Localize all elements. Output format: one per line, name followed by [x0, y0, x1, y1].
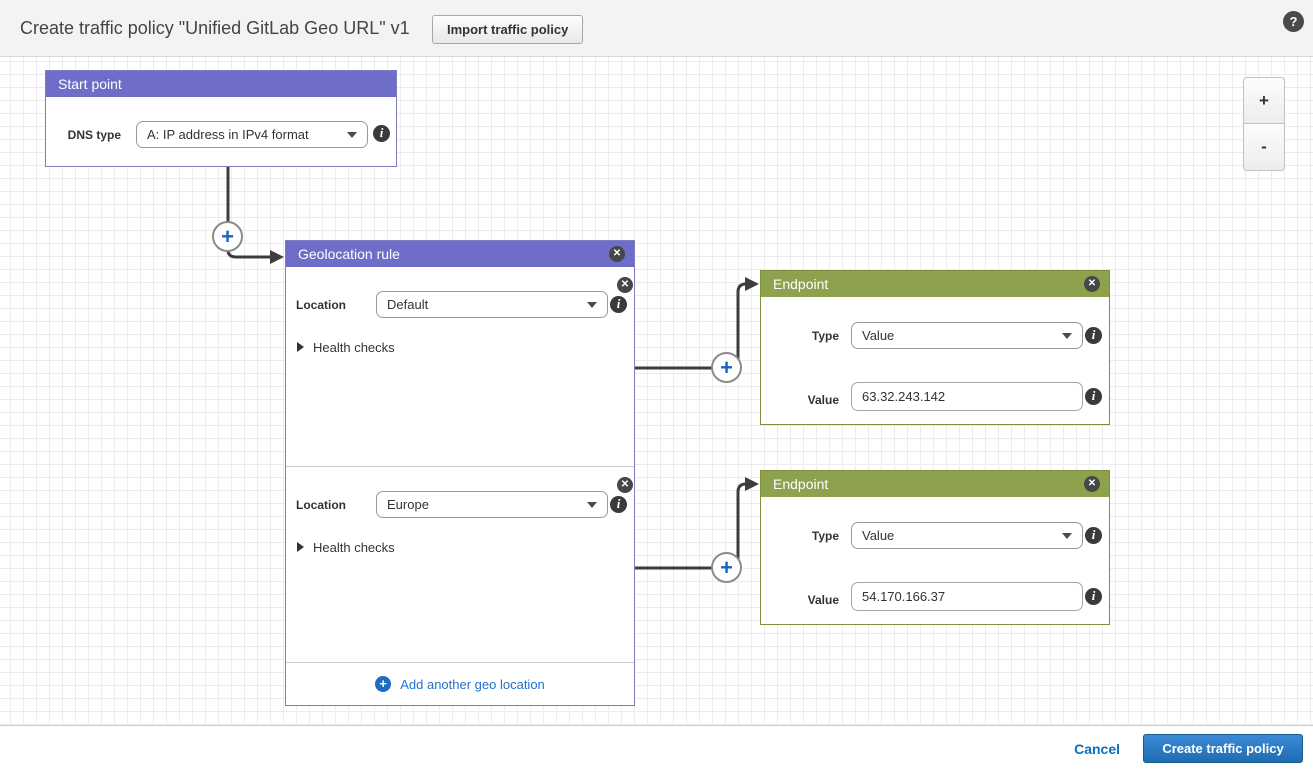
zoom-in-button[interactable]: +: [1243, 77, 1285, 124]
location-selected-value: Europe: [387, 497, 581, 512]
geolocation-rule-node: Geolocation rule ✕ ✕ Location Default i …: [285, 240, 635, 706]
endpoint-value-input[interactable]: [851, 382, 1083, 411]
close-icon[interactable]: ✕: [609, 246, 625, 262]
health-checks-toggle[interactable]: Health checks: [297, 540, 395, 555]
dns-type-dropdown[interactable]: A: IP address in IPv4 format: [136, 121, 368, 148]
close-icon[interactable]: ✕: [1084, 276, 1100, 292]
location-dropdown-europe[interactable]: Europe: [376, 491, 608, 518]
geolocation-rule-title: Geolocation rule: [298, 246, 400, 262]
start-point-node: Start point DNS type A: IP address in IP…: [45, 70, 397, 167]
dns-type-label: DNS type: [46, 128, 121, 142]
zoom-out-button[interactable]: -: [1243, 124, 1285, 171]
location-label: Location: [286, 498, 346, 512]
dns-type-selected-value: A: IP address in IPv4 format: [147, 127, 341, 142]
page-title: Create traffic policy "Unified GitLab Ge…: [20, 18, 410, 39]
endpoint-title: Endpoint: [773, 276, 828, 292]
endpoint-type-info-icon[interactable]: i: [1085, 527, 1102, 544]
health-checks-toggle[interactable]: Health checks: [297, 340, 395, 355]
endpoint-header: Endpoint ✕: [761, 471, 1109, 497]
health-checks-label: Health checks: [313, 540, 395, 555]
value-label: Value: [761, 593, 839, 607]
location-dropdown-default[interactable]: Default: [376, 291, 608, 318]
endpoint-value-input[interactable]: [851, 582, 1083, 611]
section-divider: [286, 466, 634, 467]
chevron-down-icon: [1062, 533, 1072, 539]
chevron-down-icon: [587, 502, 597, 508]
remove-location-icon[interactable]: ✕: [617, 277, 633, 293]
endpoint-value-info-icon[interactable]: i: [1085, 588, 1102, 605]
add-geo-location-label: Add another geo location: [400, 677, 545, 692]
endpoint-type-selected-value: Value: [862, 328, 1056, 343]
chevron-down-icon: [347, 132, 357, 138]
endpoint-node-2: Endpoint ✕ Type Value i Value i: [760, 470, 1110, 625]
chevron-down-icon: [587, 302, 597, 308]
endpoint-node-1: Endpoint ✕ Type Value i Value i: [760, 270, 1110, 425]
endpoint-type-dropdown[interactable]: Value: [851, 322, 1083, 349]
endpoint-type-info-icon[interactable]: i: [1085, 327, 1102, 344]
endpoint-title: Endpoint: [773, 476, 828, 492]
health-checks-label: Health checks: [313, 340, 395, 355]
create-traffic-policy-button[interactable]: Create traffic policy: [1143, 734, 1303, 763]
wire-add-endpoint-button-1[interactable]: +: [711, 352, 742, 383]
policy-canvas: + + + Start point DNS type A: IP address…: [0, 57, 1313, 726]
wire-add-rule-button[interactable]: +: [212, 221, 243, 252]
location-selected-value: Default: [387, 297, 581, 312]
zoom-controls: + -: [1243, 77, 1285, 171]
type-label: Type: [761, 529, 839, 543]
add-icon: +: [375, 676, 391, 692]
cancel-link[interactable]: Cancel: [1074, 741, 1120, 757]
wire-add-endpoint-button-2[interactable]: +: [711, 552, 742, 583]
footer-bar: Cancel Create traffic policy: [0, 727, 1313, 770]
endpoint-value-info-icon[interactable]: i: [1085, 388, 1102, 405]
location-label: Location: [286, 298, 346, 312]
start-point-header: Start point: [46, 71, 396, 97]
chevron-right-icon: [297, 342, 304, 352]
endpoint-header: Endpoint ✕: [761, 271, 1109, 297]
location-info-icon[interactable]: i: [610, 296, 627, 313]
help-icon[interactable]: ?: [1283, 11, 1304, 32]
geolocation-rule-header: Geolocation rule ✕: [286, 241, 634, 267]
value-label: Value: [761, 393, 839, 407]
type-label: Type: [761, 329, 839, 343]
page-header-bar: Create traffic policy "Unified GitLab Ge…: [0, 0, 1313, 57]
dns-type-info-icon[interactable]: i: [373, 125, 390, 142]
remove-location-icon[interactable]: ✕: [617, 477, 633, 493]
import-traffic-policy-button[interactable]: Import traffic policy: [432, 15, 583, 44]
endpoint-type-dropdown[interactable]: Value: [851, 522, 1083, 549]
location-info-icon[interactable]: i: [610, 496, 627, 513]
endpoint-type-selected-value: Value: [862, 528, 1056, 543]
add-geo-location-link[interactable]: + Add another geo location: [286, 662, 634, 705]
chevron-right-icon: [297, 542, 304, 552]
chevron-down-icon: [1062, 333, 1072, 339]
close-icon[interactable]: ✕: [1084, 476, 1100, 492]
